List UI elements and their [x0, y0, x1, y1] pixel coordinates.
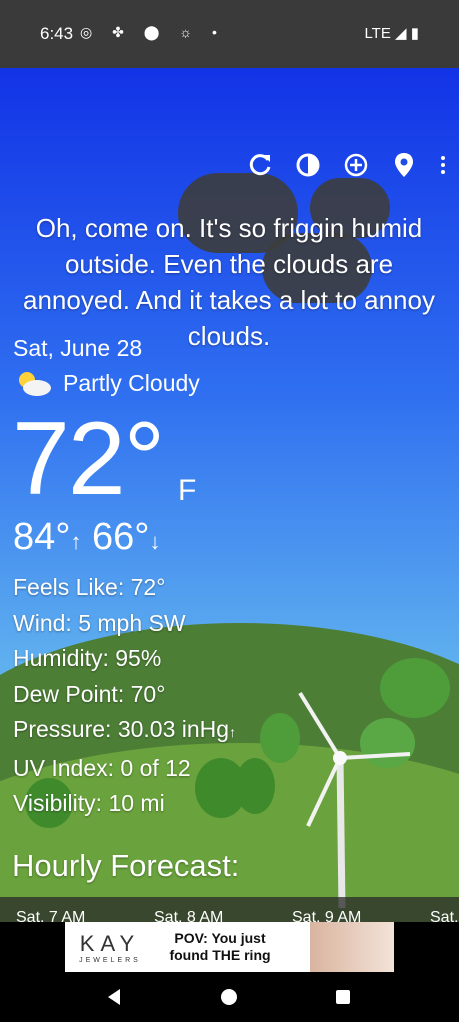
more-icon[interactable] [437, 150, 449, 180]
wind-turbine [298, 691, 410, 908]
feels-like-row: Feels Like: 72° [13, 574, 166, 600]
temperature-unit: F [178, 474, 197, 507]
navigation-bar [0, 972, 459, 1022]
back-icon[interactable] [106, 988, 122, 1006]
wind-row: Wind: 5 mph SW [13, 609, 186, 636]
battery-icon: ▮ [410, 25, 419, 42]
hour-item[interactable]: Sat, 9 AM [276, 897, 414, 922]
location-pin-icon[interactable] [389, 150, 419, 180]
pressure-row: Pressure: 30.03 inHg↑ [13, 716, 237, 742]
snarky-message: Oh, come on. It's so friggin humid outsi… [23, 213, 435, 351]
tree [235, 758, 275, 814]
up-arrow-icon: ↑ [70, 529, 82, 554]
hourly-forecast-title: Hourly Forecast: [12, 848, 240, 883]
high-temp: 84° [13, 516, 71, 558]
status-right: LTE ◢ ▮ [364, 24, 419, 42]
visibility-row: Visibility: 10 mi [13, 790, 165, 816]
humidity-row: Humidity: 95% [13, 645, 162, 671]
ad-image [310, 922, 394, 972]
partly-cloudy-icon [19, 372, 51, 396]
low-temp: 66° [92, 516, 150, 558]
high-low: 84°↑ 66°↓ [13, 516, 161, 559]
ad-logo: KAY JEWELERS [65, 931, 155, 964]
status-time: 6:43 [40, 24, 74, 43]
network-label: LTE [364, 25, 391, 42]
ad-brand-sub: JEWELERS [79, 956, 141, 964]
refresh-icon[interactable] [245, 150, 275, 180]
dew-point-row: Dew Point: 70° [13, 680, 166, 707]
toolbar [245, 148, 449, 182]
condition-label: Partly Cloudy [63, 369, 200, 396]
ad-banner[interactable]: KAY JEWELERS POV: You just found THE rin… [65, 922, 394, 972]
uv-index-row: UV Index: 0 of 12 [13, 754, 191, 781]
signal-icon: ◢ [395, 25, 407, 42]
detail-list: Feels Like: 72° Wind: 5 mph SW Humidity:… [13, 570, 236, 822]
hour-item[interactable]: Sat, 8 AM [138, 897, 276, 922]
hour-item[interactable]: Sat, 10 A [414, 897, 459, 922]
down-arrow-icon: ↓ [149, 529, 161, 554]
hourly-strip[interactable]: Sat, 7 AMSat, 8 AMSat, 9 AMSat, 10 A [0, 897, 459, 922]
status-bar: 6:43 ◎ ✤ ⬤ ☼ • LTE ◢ ▮ [0, 0, 459, 68]
notification-icons: ◎ ✤ ⬤ ☼ • [80, 24, 225, 40]
hour-item[interactable]: Sat, 7 AM [0, 897, 138, 922]
recents-icon[interactable] [335, 989, 351, 1005]
forecast-date: Sat, June 28 [13, 335, 143, 361]
home-icon[interactable] [220, 988, 238, 1006]
current-temperature: 72° [12, 401, 165, 517]
ad-brand: KAY [79, 930, 141, 956]
condition-row: Partly Cloudy [13, 368, 200, 398]
ad-text: POV: You just found THE ring [169, 930, 271, 963]
pressure-up-arrow-icon: ↑ [229, 724, 237, 740]
theme-icon[interactable] [293, 150, 323, 180]
add-location-icon[interactable] [341, 150, 371, 180]
